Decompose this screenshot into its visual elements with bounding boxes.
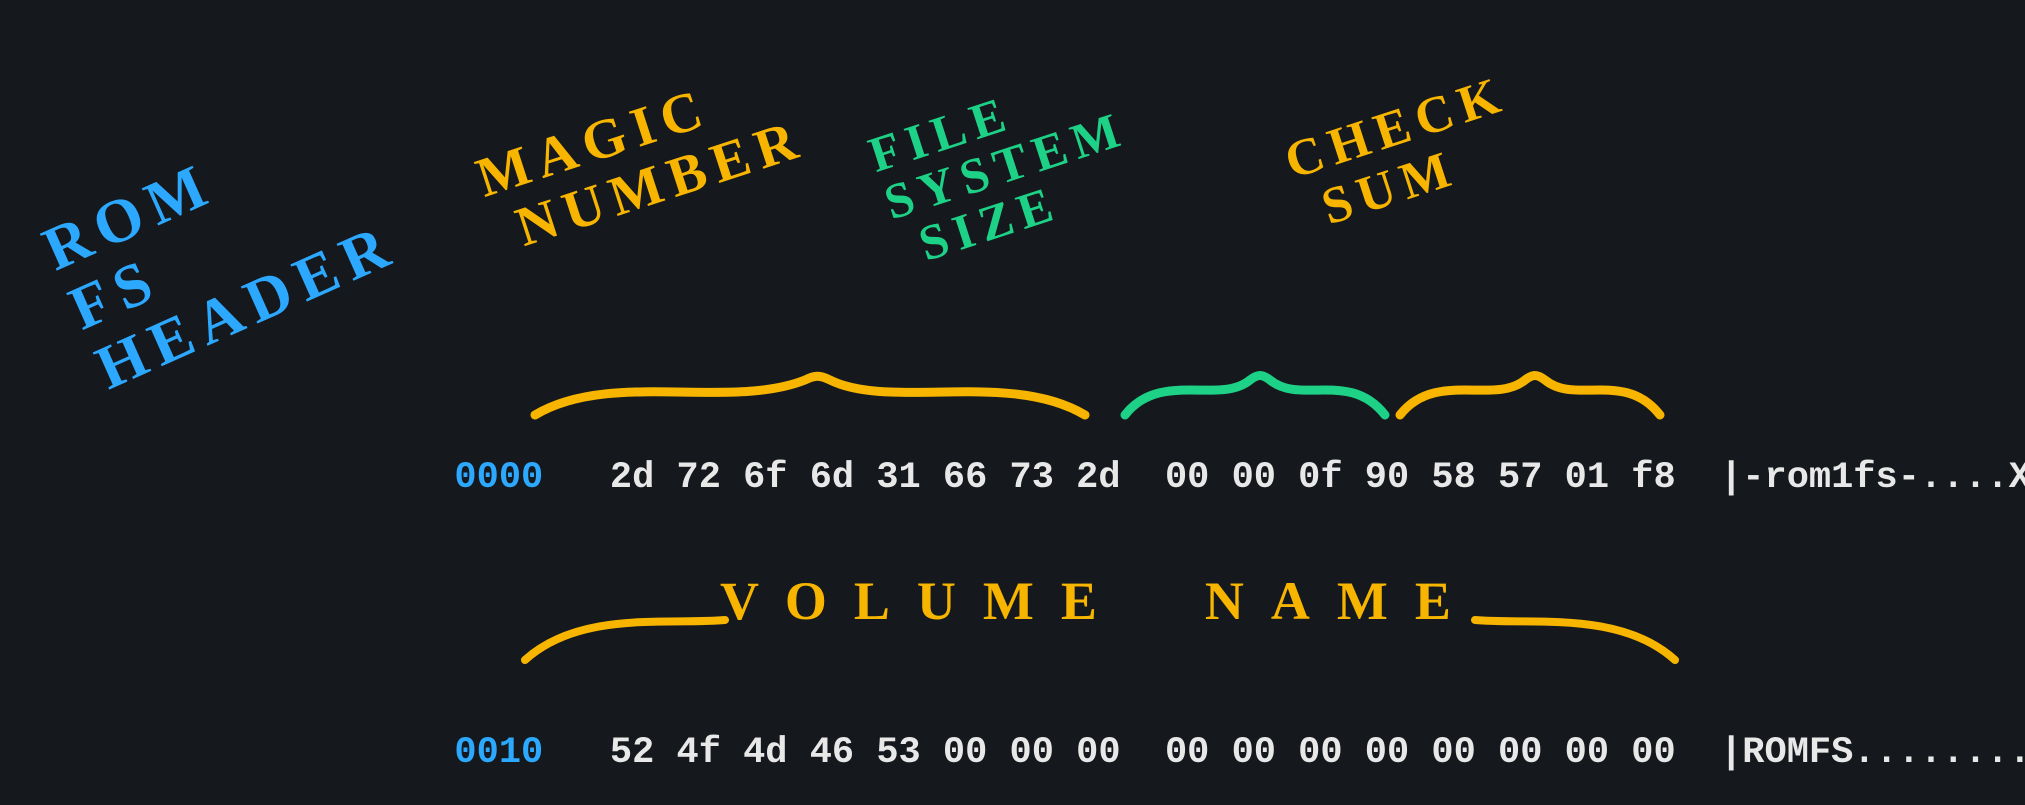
hexbytes-1: 52 4f 4d 46 53 00 00 00 00 00 00 00 00 0… (610, 732, 1676, 774)
hexdump-row-1: 0010 52 4f 4d 46 53 00 00 00 00 00 00 00… (410, 690, 2025, 774)
offset-0: 0000 (454, 457, 543, 499)
romfs-header-label: ROM FS HEADER (34, 93, 407, 402)
checksum-label: CHECK SUM (1279, 67, 1531, 242)
hexdump-row-0: 0000 2d 72 6f 6d 31 66 73 2d 00 00 0f 90… (410, 415, 2025, 499)
brace-magic (530, 360, 1090, 420)
brace-checksum (1395, 360, 1665, 420)
volume-arc-right (1470, 590, 1680, 670)
ascii-0: |-rom1fs-....XW..| (1720, 457, 2025, 499)
volume-arc-left (520, 590, 730, 670)
filesystem-size-label: FILE SYSTEM SIZE (863, 55, 1148, 275)
hexbytes-0: 2d 72 6f 6d 31 66 73 2d 00 00 0f 90 58 5… (610, 457, 1676, 499)
volume-name-label: VOLUME NAME (720, 570, 1478, 632)
ascii-1: |ROMFS...........| (1720, 732, 2025, 774)
magic-number-label: MAGIC NUMBER (470, 53, 812, 264)
brace-size (1120, 360, 1390, 420)
offset-1: 0010 (454, 732, 543, 774)
